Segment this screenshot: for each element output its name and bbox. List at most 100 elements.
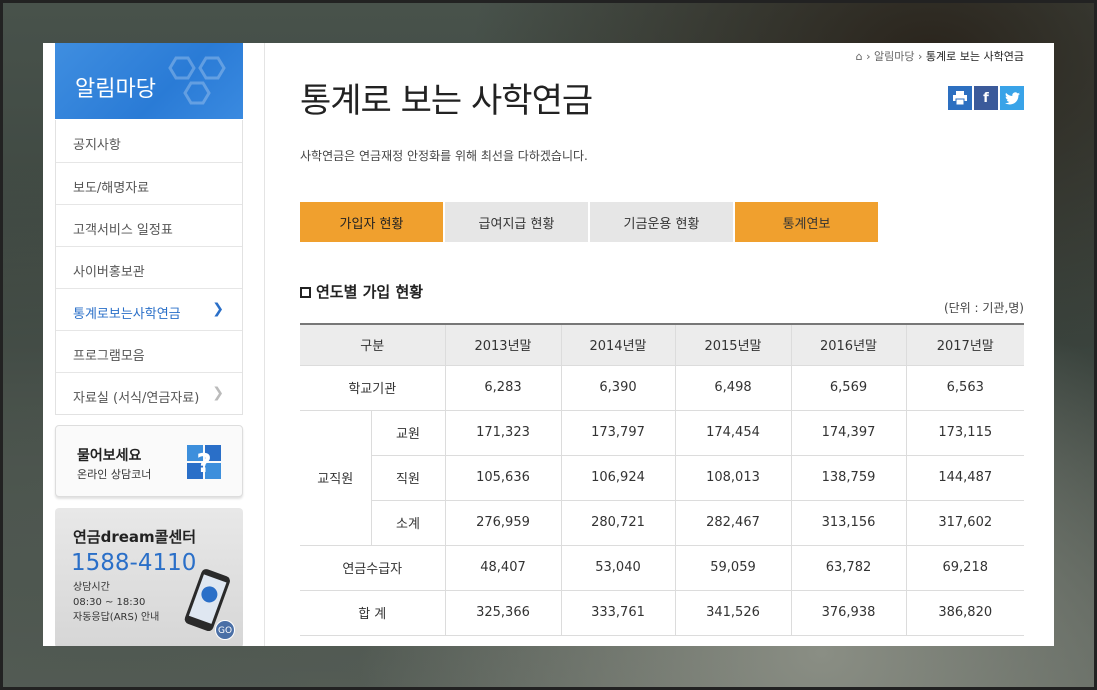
row-label: 학교기관 [300, 365, 445, 411]
breadcrumb-parent[interactable]: 알림마당 [874, 50, 914, 63]
section-title-text: 연도별 가입 현황 [316, 283, 424, 301]
table-cell: 341,526 [674, 590, 791, 636]
tab-bar: 가입자 현황 급여지급 현황 기금운용 현황 통계연보 [300, 202, 878, 242]
table-cell: 63,782 [790, 545, 906, 591]
row-label: 직원 [370, 455, 445, 501]
table-cell: 333,761 [560, 590, 675, 636]
table-cell: 325,366 [444, 590, 561, 636]
table-cell: 276,959 [444, 500, 561, 546]
table-cell: 6,498 [674, 365, 791, 411]
sidebar-item-cyber-pr[interactable]: 사이버홍보관 [56, 246, 242, 288]
tab-members[interactable]: 가입자 현황 [300, 202, 443, 242]
facebook-icon[interactable]: f [974, 86, 998, 110]
chevron-right-icon: ❯ [212, 385, 224, 401]
table-cell: 108,013 [674, 455, 791, 501]
sidebar-item-statistics[interactable]: 통계로보는사학연금 ❯ [56, 288, 242, 330]
table-header-cell: 2017년말 [905, 323, 1024, 366]
call-center-banner[interactable]: 연금dream콜센터 1588-4110 상담시간 08:30 ~ 18:30 … [55, 508, 243, 646]
table-cell: 138,759 [790, 455, 906, 501]
table-header-cell: 2015년말 [674, 323, 791, 366]
table-cell: 173,797 [560, 410, 675, 456]
table-cell: 313,156 [790, 500, 906, 546]
home-icon[interactable]: ⌂ [856, 50, 863, 63]
table-cell: 376,938 [790, 590, 906, 636]
unit-label: (단위 : 기관,명) [943, 301, 1024, 315]
sidebar-item-press[interactable]: 보도/해명자료 [56, 162, 242, 204]
call-center-info: 상담시간 08:30 ~ 18:30 자동응답(ARS) 안내 [73, 580, 159, 625]
sidebar-item-label: 프로그램모음 [73, 349, 145, 364]
table-cell: 48,407 [444, 545, 561, 591]
sidebar: 알림마당 공지사항 보도/해명자료 고객서비스 일정표 사이버홍보관 통계로보는… [43, 43, 265, 646]
call-center-title: 연금dream콜센터 [73, 528, 197, 546]
tab-fund[interactable]: 기금운용 현황 [590, 202, 733, 242]
share-buttons: f [948, 86, 1024, 110]
sidebar-item-label: 사이버홍보관 [73, 265, 145, 280]
table-row: 합 계 325,366 333,761 341,526 376,938 386,… [300, 590, 1024, 636]
table-cell: 386,820 [905, 590, 1024, 636]
table-cell: 106,924 [560, 455, 675, 501]
sidebar-title-text: 알림마당 [75, 77, 156, 102]
table-cell: 317,602 [905, 500, 1024, 546]
breadcrumb-current: 통계로 보는 사학연금 [925, 50, 1024, 63]
row-label: 소계 [370, 500, 445, 546]
table-cell: 105,636 [444, 455, 561, 501]
twitter-icon[interactable] [1000, 86, 1024, 110]
table-header-cell: 구분 [300, 323, 445, 366]
table-cell: 6,569 [790, 365, 906, 411]
sidebar-item-label: 통계로보는사학연금 [73, 307, 181, 322]
table-row: 교직원 교원 171,323 173,797 174,454 174,397 1… [300, 410, 1024, 546]
breadcrumb-separator: › [918, 50, 923, 63]
question-icon: ? [187, 445, 221, 479]
print-icon[interactable] [948, 86, 972, 110]
table-row: 학교기관 6,283 6,390 6,498 6,569 6,563 [300, 365, 1024, 411]
table-cell: 171,323 [444, 410, 561, 456]
row-label: 연금수급자 [300, 545, 445, 591]
table-cell: 174,454 [674, 410, 791, 456]
section-title: 연도별 가입 현황 [300, 281, 423, 302]
hours-label: 상담시간 [73, 582, 110, 593]
table-cell: 69,218 [905, 545, 1024, 591]
row-label: 합 계 [300, 590, 445, 636]
hexagon-pattern-icon [168, 56, 226, 105]
tab-benefits[interactable]: 급여지급 현황 [445, 202, 588, 242]
sidebar-item-schedule[interactable]: 고객서비스 일정표 [56, 204, 242, 246]
svg-text:?: ? [196, 449, 211, 479]
hours-value: 08:30 ~ 18:30 [73, 597, 146, 608]
table-row: 직원 105,636 106,924 108,013 138,759 144,4… [300, 455, 1024, 501]
table-cell: 53,040 [560, 545, 675, 591]
table-cell: 6,390 [560, 365, 675, 411]
go-button[interactable]: GO [215, 620, 235, 640]
sidebar-menu: 공지사항 보도/해명자료 고객서비스 일정표 사이버홍보관 통계로보는사학연금 ❯… [55, 120, 243, 415]
row-group-label: 교직원 [300, 410, 371, 546]
table-cell: 59,059 [674, 545, 791, 591]
tab-yearbook[interactable]: 통계연보 [735, 202, 878, 242]
sidebar-item-label: 고객서비스 일정표 [73, 223, 173, 238]
membership-table: 구분 2013년말 2014년말 2015년말 2016년말 2017년말 학교… [300, 323, 1024, 636]
sidebar-item-label: 보도/해명자료 [73, 181, 150, 196]
ask-banner[interactable]: 물어보세요 온라인 상담코너 ? [55, 425, 243, 497]
page-description: 사학연금은 연금재정 안정화를 위해 최선을 다하겠습니다. [300, 149, 588, 163]
table-cell: 174,397 [790, 410, 906, 456]
table-row: 소계 276,959 280,721 282,467 313,156 317,6… [300, 500, 1024, 546]
table-cell: 144,487 [905, 455, 1024, 501]
sidebar-item-notice[interactable]: 공지사항 [56, 120, 242, 162]
table-header-cell: 2014년말 [560, 323, 675, 366]
ask-subtitle: 온라인 상담코너 [77, 468, 152, 481]
page-title: 통계로 보는 사학연금 [300, 81, 593, 121]
table-cell: 282,467 [674, 500, 791, 546]
sidebar-item-archive[interactable]: 자료실 (서식/연금자료) ❯ [56, 372, 242, 414]
table-row: 연금수급자 48,407 53,040 59,059 63,782 69,218 [300, 545, 1024, 591]
table-header-row: 구분 2013년말 2014년말 2015년말 2016년말 2017년말 [300, 323, 1024, 366]
table-header-cell: 2016년말 [790, 323, 906, 366]
row-label: 교원 [370, 410, 445, 456]
table-cell: 280,721 [560, 500, 675, 546]
chevron-right-icon: ❯ [212, 301, 224, 317]
sidebar-item-label: 자료실 (서식/연금자료) [73, 391, 200, 406]
ars-label: 자동응답(ARS) 안내 [73, 612, 160, 623]
table-cell: 6,563 [905, 365, 1024, 411]
table-header-cell: 2013년말 [444, 323, 561, 366]
table-cell: 6,283 [444, 365, 561, 411]
breadcrumb-separator: › [866, 50, 871, 63]
sidebar-item-programs[interactable]: 프로그램모음 [56, 330, 242, 372]
breadcrumb: ⌂ › 알림마당 › 통계로 보는 사학연금 [856, 48, 1024, 64]
